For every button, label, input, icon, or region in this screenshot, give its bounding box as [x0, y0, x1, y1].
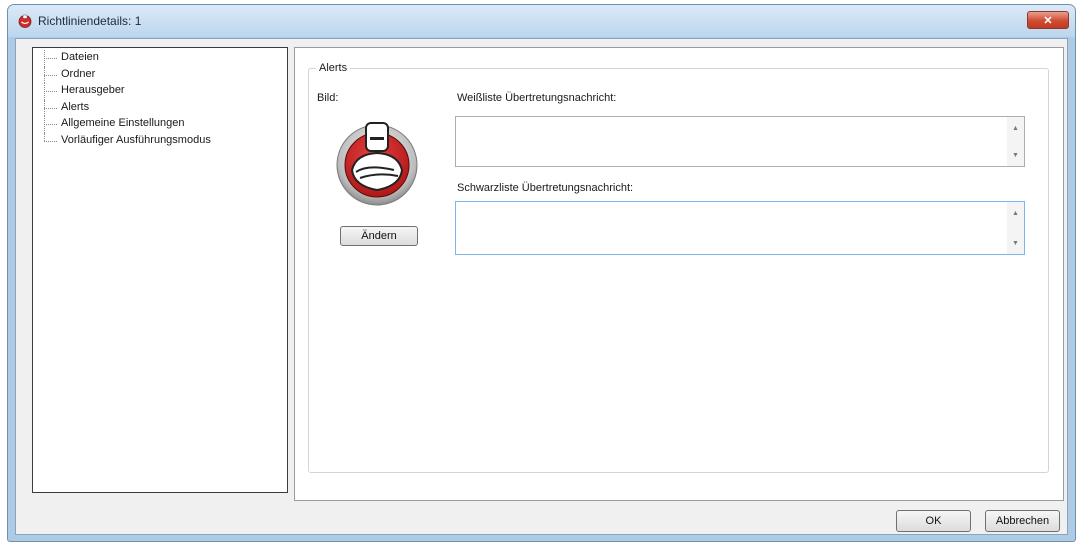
tree-item-alerts[interactable]: Alerts	[33, 99, 287, 117]
tree-item-ordner[interactable]: Ordner	[33, 66, 287, 84]
blacklist-message-input[interactable]	[456, 202, 1006, 254]
scroll-down-arrow-icon[interactable]: ▼	[1007, 236, 1024, 250]
close-icon: ✕	[1043, 14, 1053, 27]
close-button[interactable]: ✕	[1027, 11, 1069, 29]
scroll-down-arrow-icon[interactable]: ▼	[1007, 148, 1024, 162]
whitelist-message-box[interactable]: ▲ ▼	[455, 116, 1025, 167]
title-bar[interactable]: Richtliniendetails: 1 ✕	[8, 5, 1075, 37]
dialog-window: Richtliniendetails: 1 ✕ Dateien Ordner H…	[7, 4, 1076, 542]
scroll-up-arrow-icon[interactable]: ▲	[1007, 206, 1024, 220]
alerts-groupbox: Alerts Bild: Ändern Weißliste Übertretun…	[308, 62, 1049, 473]
app-mascot-icon	[18, 14, 32, 28]
blacklist-scrollbar[interactable]: ▲ ▼	[1007, 202, 1024, 254]
cancel-button[interactable]: Abbrechen	[985, 510, 1060, 532]
tree-item-dateien[interactable]: Dateien	[33, 50, 287, 67]
tree-item-herausgeber[interactable]: Herausgeber	[33, 83, 287, 100]
mascot-avatar-icon	[336, 122, 418, 206]
window-title: Richtliniendetails: 1	[38, 14, 142, 28]
blacklist-message-label: Schwarzliste Übertretungsnachricht:	[457, 182, 634, 194]
alerts-group-legend: Alerts	[316, 62, 351, 74]
dialog-client-area: Dateien Ordner Herausgeber Alerts Allgem…	[15, 38, 1068, 535]
whitelist-message-label: Weißliste Übertretungsnachricht:	[457, 92, 617, 104]
tree-item-allgemeine-einstellungen[interactable]: Allgemeine Einstellungen	[33, 116, 287, 133]
image-label: Bild:	[317, 92, 339, 104]
blacklist-message-box[interactable]: ▲ ▼	[455, 201, 1025, 255]
tree-item-vorlaeufiger-ausfuehrungsmodus[interactable]: Vorläufiger Ausführungsmodus	[33, 132, 287, 150]
whitelist-scrollbar[interactable]: ▲ ▼	[1007, 117, 1024, 166]
scroll-up-arrow-icon[interactable]: ▲	[1007, 121, 1024, 135]
change-image-button[interactable]: Ändern	[340, 226, 418, 246]
navigation-tree[interactable]: Dateien Ordner Herausgeber Alerts Allgem…	[32, 47, 288, 493]
whitelist-message-input[interactable]	[456, 117, 1006, 166]
ok-button[interactable]: OK	[896, 510, 971, 532]
alerts-panel: Alerts Bild: Ändern Weißliste Übertretun…	[294, 47, 1064, 501]
